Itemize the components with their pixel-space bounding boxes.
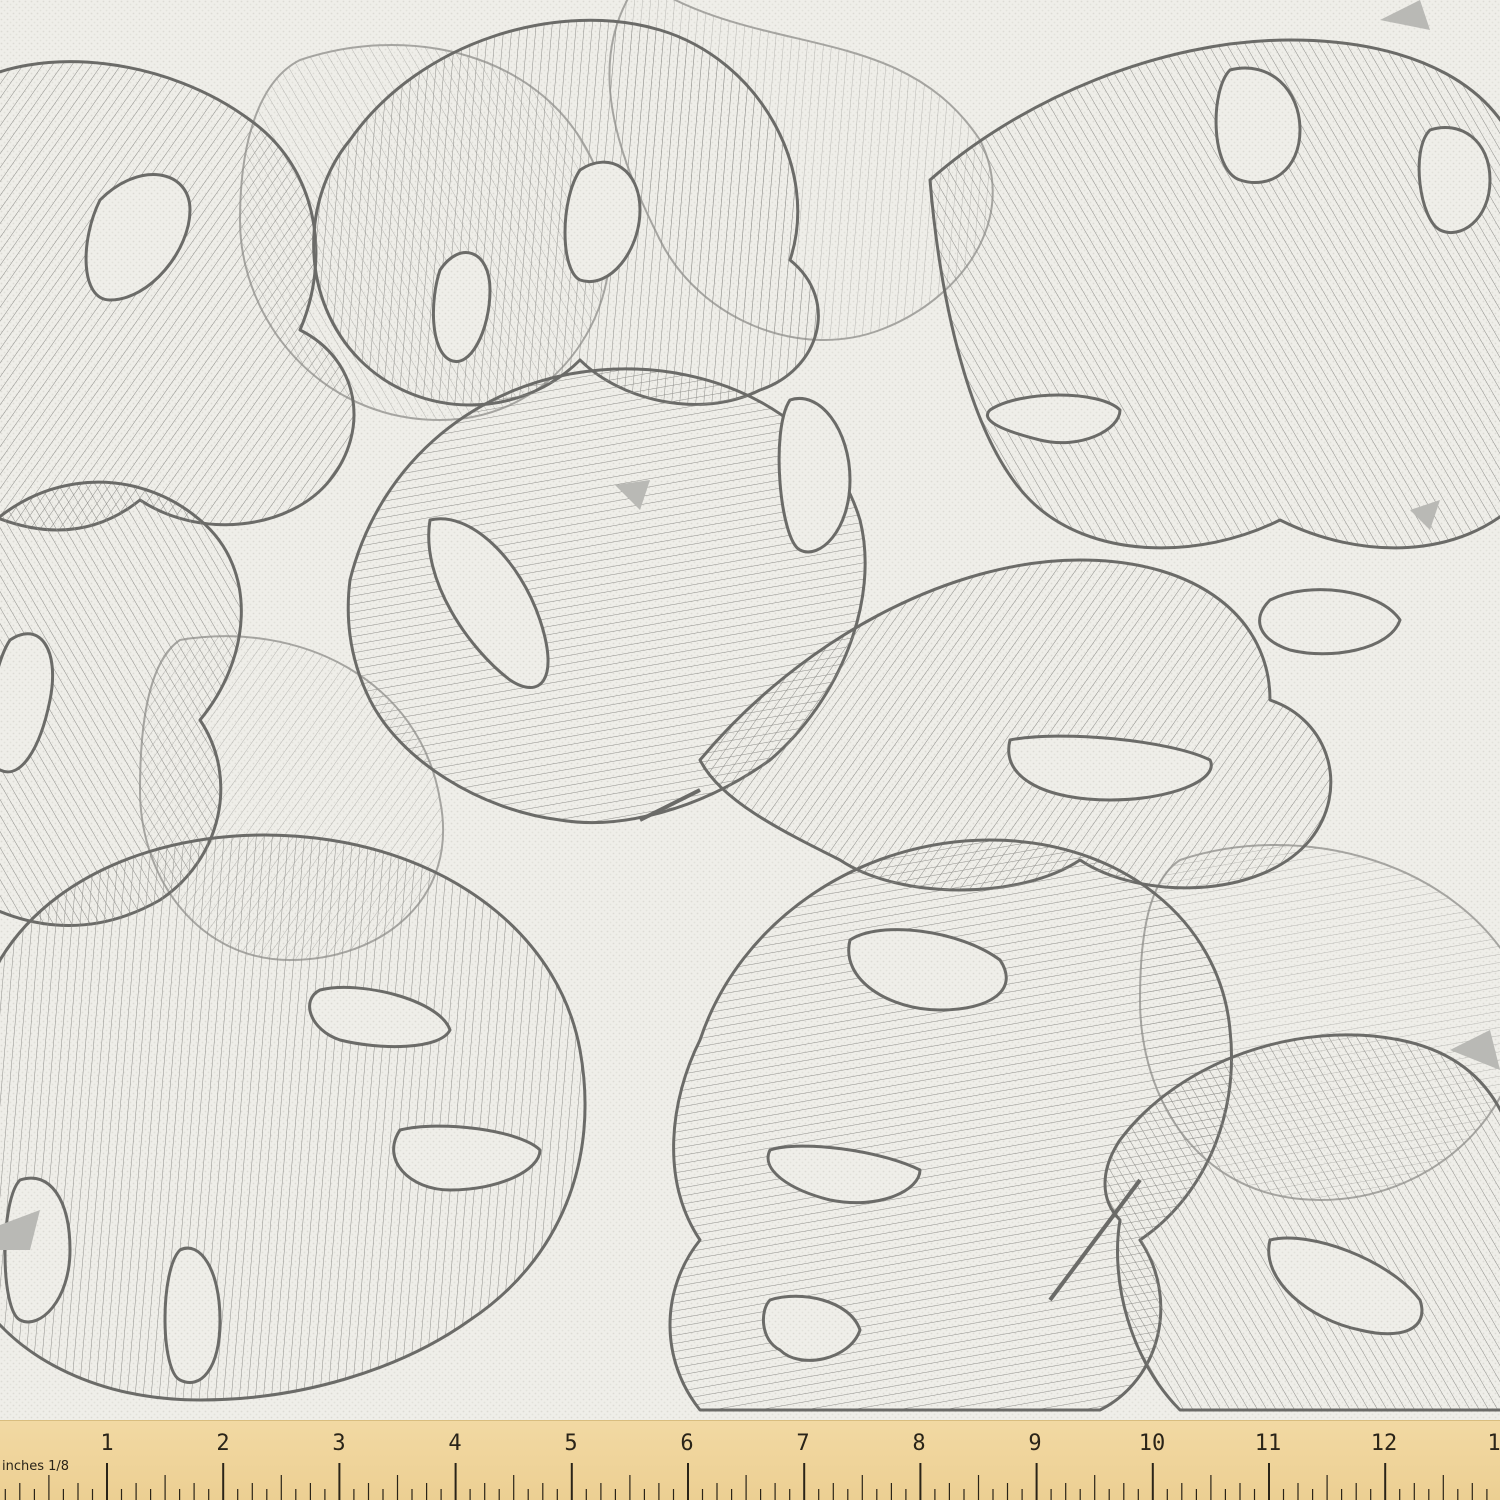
ruler-number: 1	[1487, 1431, 1500, 1456]
ruler-number: 1	[100, 1431, 114, 1456]
ruler-number: 6	[680, 1431, 694, 1456]
ruler-number: 7	[796, 1431, 810, 1456]
ruler-number: 8	[912, 1431, 926, 1456]
fabric-swatch	[0, 0, 1500, 1420]
ruler-number: 5	[564, 1431, 578, 1456]
ruler-number: 10	[1138, 1431, 1166, 1456]
product-photo: inches 1/8 1 2 3 4 5 6 7 8 9 10 11 12 1	[0, 0, 1500, 1500]
ruler-number: 11	[1254, 1431, 1282, 1456]
ruler-number: 9	[1028, 1431, 1042, 1456]
leaf-pattern-illustration	[0, 0, 1500, 1420]
ruler-number: 12	[1370, 1431, 1398, 1456]
ruler-number: 3	[332, 1431, 346, 1456]
measuring-ruler: inches 1/8 1 2 3 4 5 6 7 8 9 10 11 12 1	[0, 1420, 1500, 1500]
ruler-number: 2	[216, 1431, 230, 1456]
ruler-units-label: inches 1/8	[2, 1459, 70, 1474]
ruler-number: 4	[448, 1431, 462, 1456]
